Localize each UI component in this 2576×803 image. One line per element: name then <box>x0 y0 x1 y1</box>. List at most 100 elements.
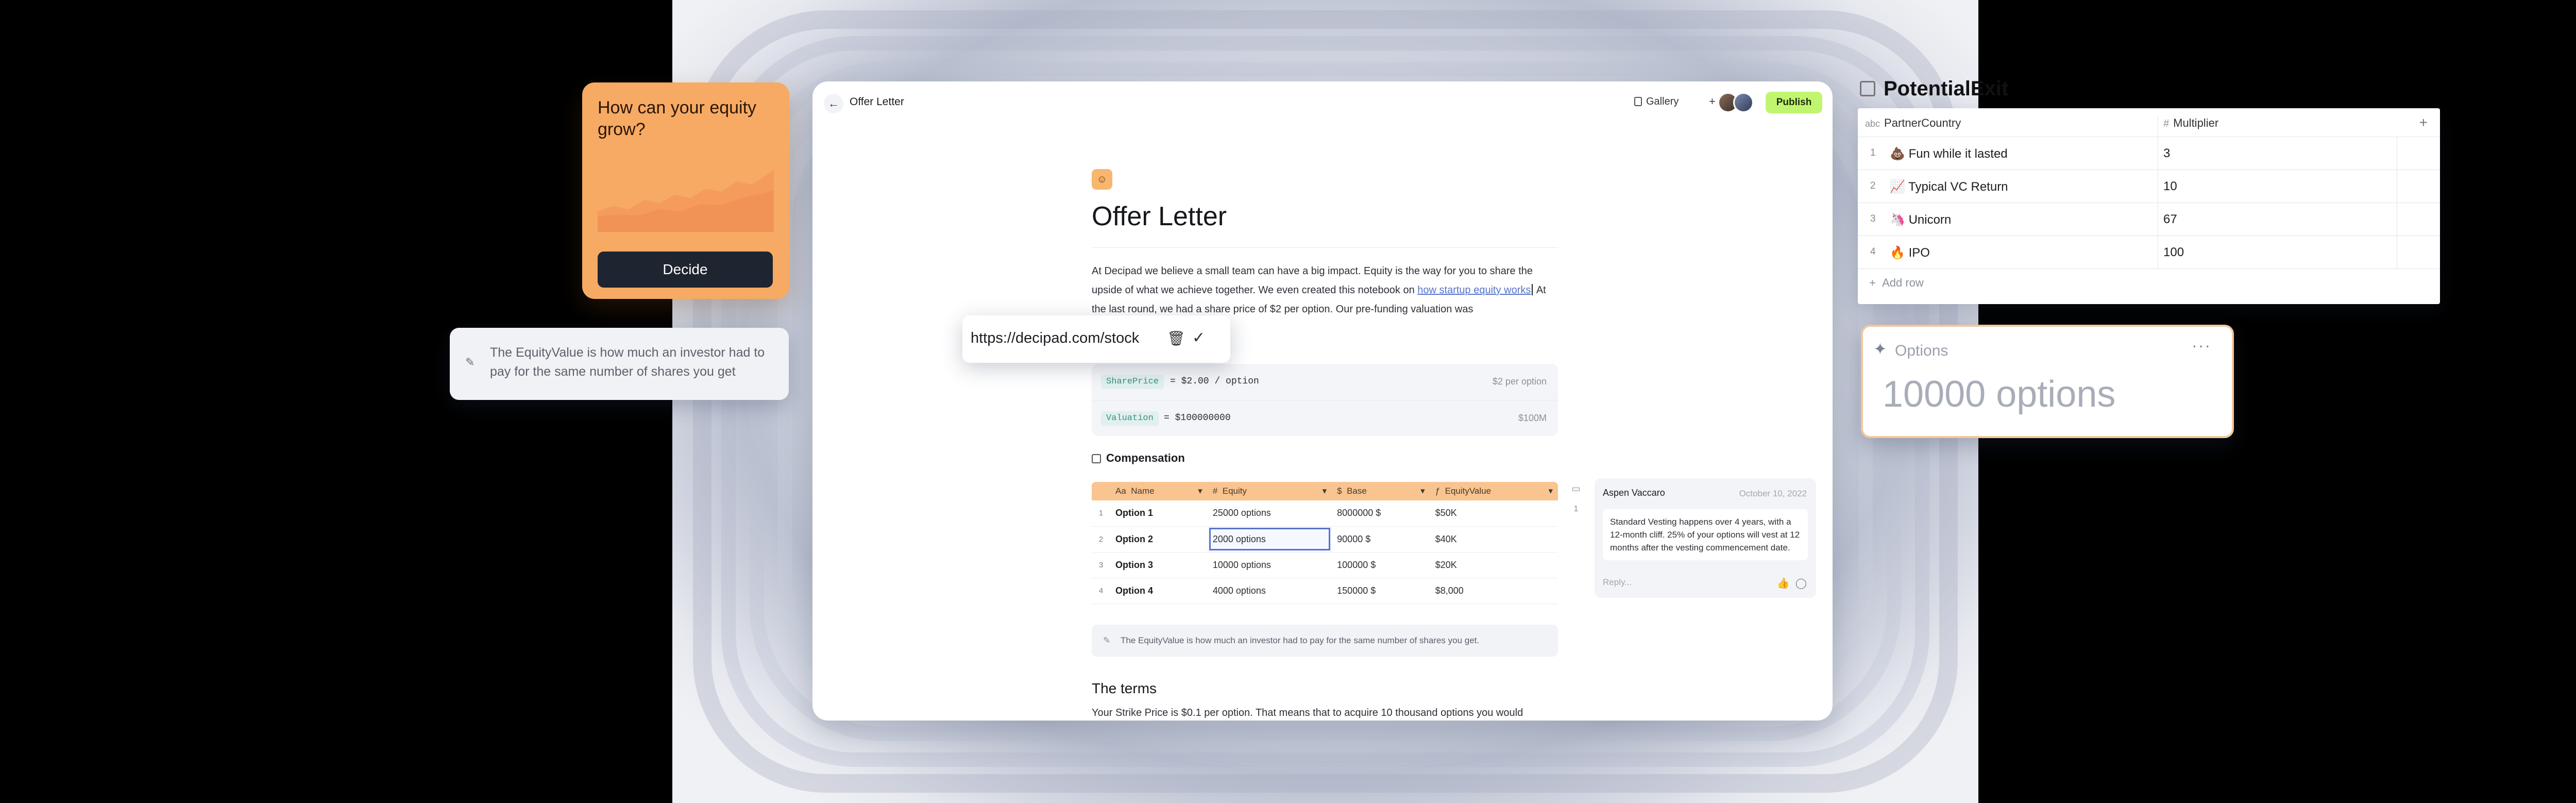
column-header-equityvalue[interactable]: ƒ EquityValue ▾ <box>1430 482 1558 500</box>
comment-actions: 👍 ◯ <box>1777 577 1807 590</box>
table-cell: $20K <box>1430 552 1558 578</box>
pin-icon: ✎ <box>465 356 475 369</box>
text-type-icon: abc <box>1865 119 1880 129</box>
variable-name[interactable]: SharePrice <box>1101 375 1164 389</box>
row-number: 3 <box>1870 213 1876 224</box>
emoji-icon: 🦄 <box>1890 213 1905 227</box>
column-header-name[interactable]: Aa Name ▾ <box>1110 482 1208 500</box>
table-cell[interactable]: 4000 options <box>1207 578 1332 604</box>
intro-paragraph[interactable]: At Decipad we believe a small team can h… <box>1092 262 1558 319</box>
variable-expression[interactable]: = $100000000 <box>1164 413 1231 423</box>
table-cell[interactable]: 25000 options <box>1207 500 1332 527</box>
table-header: abc PartnerCountry # Multiplier + <box>1858 108 2440 137</box>
variable-result: $100M <box>1518 413 1547 423</box>
notebook-window: ← Offer Letter Gallery + Publish ☺ Offer… <box>812 81 1833 721</box>
selected-table-cell[interactable]: 2000 options <box>1207 526 1332 553</box>
column-header-partnercountry[interactable]: abc PartnerCountry <box>1865 116 1961 130</box>
trash-icon[interactable]: 🗑 <box>1167 330 1185 347</box>
table-cell[interactable]: Option 3 <box>1110 552 1208 578</box>
compensation-table: Aa Name ▾ # Equity ▾ $ Base ▾ ƒ EquityVa… <box>1092 482 1558 604</box>
equity-link[interactable]: how startup equity works <box>1417 285 1531 296</box>
avatar[interactable] <box>1733 92 1754 113</box>
table-title[interactable]: Compensation <box>1092 451 1185 465</box>
column-header-label: EquityValue <box>1445 486 1492 496</box>
link-edit-popup: https://decipad.com/stock 🗑 ✓ <box>962 315 1230 363</box>
table-cell[interactable]: Option 2 <box>1110 526 1208 553</box>
table-cell: $40K <box>1430 526 1558 553</box>
number-type-icon: # <box>2163 118 2170 129</box>
column-header-label: Equity <box>1222 486 1247 496</box>
divider <box>1092 247 1558 248</box>
column-header-label: PartnerCountry <box>1884 116 1961 129</box>
comment-bubble-icon[interactable]: ◯ <box>1795 578 1807 589</box>
column-header-base[interactable]: $ Base ▾ <box>1332 482 1430 500</box>
comment-indicator[interactable]: ▭ 1 <box>1567 483 1585 514</box>
table-cell[interactable]: 67 <box>2158 203 2177 236</box>
chevron-down-icon[interactable]: ▾ <box>1420 486 1425 496</box>
gallery-icon <box>1634 97 1642 106</box>
arrow-left-icon: ← <box>828 97 839 110</box>
add-column-button[interactable]: + <box>2419 114 2428 131</box>
add-row-button[interactable]: + Add row <box>1869 276 1924 290</box>
table-cell[interactable]: 10000 options <box>1207 552 1332 578</box>
section-heading[interactable]: The terms <box>1092 680 1157 697</box>
chevron-down-icon[interactable]: ▾ <box>1198 486 1202 496</box>
number-type-icon: # <box>1212 486 1218 496</box>
column-header-equity[interactable]: # Equity ▾ <box>1207 482 1332 500</box>
table-cell[interactable]: Option 4 <box>1110 578 1208 604</box>
options-input-card[interactable]: ✦ Options ··· 10000 options <box>1861 325 2234 438</box>
decide-button[interactable]: Decide <box>598 252 773 288</box>
more-options-icon[interactable]: ··· <box>2192 336 2211 355</box>
reply-input[interactable]: Reply... <box>1603 577 1632 588</box>
table-cell[interactable]: 🔥 IPO <box>1890 245 1930 260</box>
variable-expression[interactable]: = $2.00 / option <box>1170 376 1259 387</box>
table-row: 2 Option 2 2000 options 90000 $ $40K <box>1092 526 1558 553</box>
comment-icon: ▭ <box>1571 483 1581 494</box>
table-cell[interactable]: 8000000 $ <box>1332 500 1430 527</box>
page-title[interactable]: Offer Letter <box>1092 201 1227 232</box>
table-cell: $50K <box>1430 500 1558 527</box>
input-value[interactable]: 10000 options <box>1883 373 2115 415</box>
text-caret <box>1532 284 1533 295</box>
terms-paragraph[interactable]: Your Strike Price is $0.1 per option. Th… <box>1092 707 1558 719</box>
chevron-down-icon[interactable]: ▾ <box>1323 486 1327 496</box>
check-icon[interactable]: ✓ <box>1192 329 1205 347</box>
variables-block: SharePrice = $2.00 / option $2 per optio… <box>1092 364 1558 436</box>
cell-text: IPO <box>1908 246 1930 260</box>
table-cell[interactable]: 90000 $ <box>1332 526 1430 553</box>
table-cell[interactable]: 📈 Typical VC Return <box>1890 179 2008 194</box>
variable-name[interactable]: Valuation <box>1101 411 1159 426</box>
table-cell[interactable]: 100 <box>2158 236 2184 269</box>
column-header-multiplier[interactable]: # Multiplier <box>2158 116 2218 137</box>
variable-row[interactable]: Valuation = $100000000 $100M <box>1092 400 1558 436</box>
table-cell[interactable]: 💩 Fun while it lasted <box>1890 146 2008 161</box>
table-cell[interactable]: Option 1 <box>1110 500 1208 527</box>
publish-button[interactable]: Publish <box>1766 92 1822 113</box>
table-title-label: Compensation <box>1106 451 1185 464</box>
table-row: 4 Option 4 4000 options 150000 $ $8,000 <box>1092 578 1558 604</box>
tooltip-card: ✎ The EquityValue is how much an investo… <box>450 328 789 400</box>
table-cell[interactable]: 100000 $ <box>1332 552 1430 578</box>
column-header-label: Name <box>1131 486 1155 496</box>
thumbs-up-icon[interactable]: 👍 <box>1777 578 1790 589</box>
gallery-button[interactable]: Gallery <box>1634 96 1679 108</box>
table-cell[interactable]: 10 <box>2158 170 2177 203</box>
add-collaborator-button[interactable]: + <box>1709 95 1716 108</box>
url-input[interactable]: https://decipad.com/stock <box>971 330 1139 347</box>
back-button[interactable]: ← <box>824 94 843 113</box>
row-number: 1 <box>1092 500 1110 527</box>
table-cell: $8,000 <box>1430 578 1558 604</box>
table-title[interactable]: PotentialExit <box>1860 77 2008 101</box>
variable-result: $2 per option <box>1492 376 1547 387</box>
table-cell[interactable]: 🦄 Unicorn <box>1890 212 1951 227</box>
comment-date: October 10, 2022 <box>1739 489 1807 498</box>
table-cell[interactable]: 3 <box>2158 137 2170 170</box>
callout-note[interactable]: ✎ The EquityValue is how much an investor… <box>1092 625 1558 657</box>
cell-text: Fun while it lasted <box>1908 147 2008 161</box>
notebook-icon[interactable]: ☺ <box>1092 169 1112 190</box>
row-number: 3 <box>1092 552 1110 578</box>
chevron-down-icon[interactable]: ▾ <box>1548 486 1553 496</box>
add-row-label: Add row <box>1882 276 1924 289</box>
table-cell[interactable]: 150000 $ <box>1332 578 1430 604</box>
variable-row[interactable]: SharePrice = $2.00 / option $2 per optio… <box>1092 364 1558 400</box>
